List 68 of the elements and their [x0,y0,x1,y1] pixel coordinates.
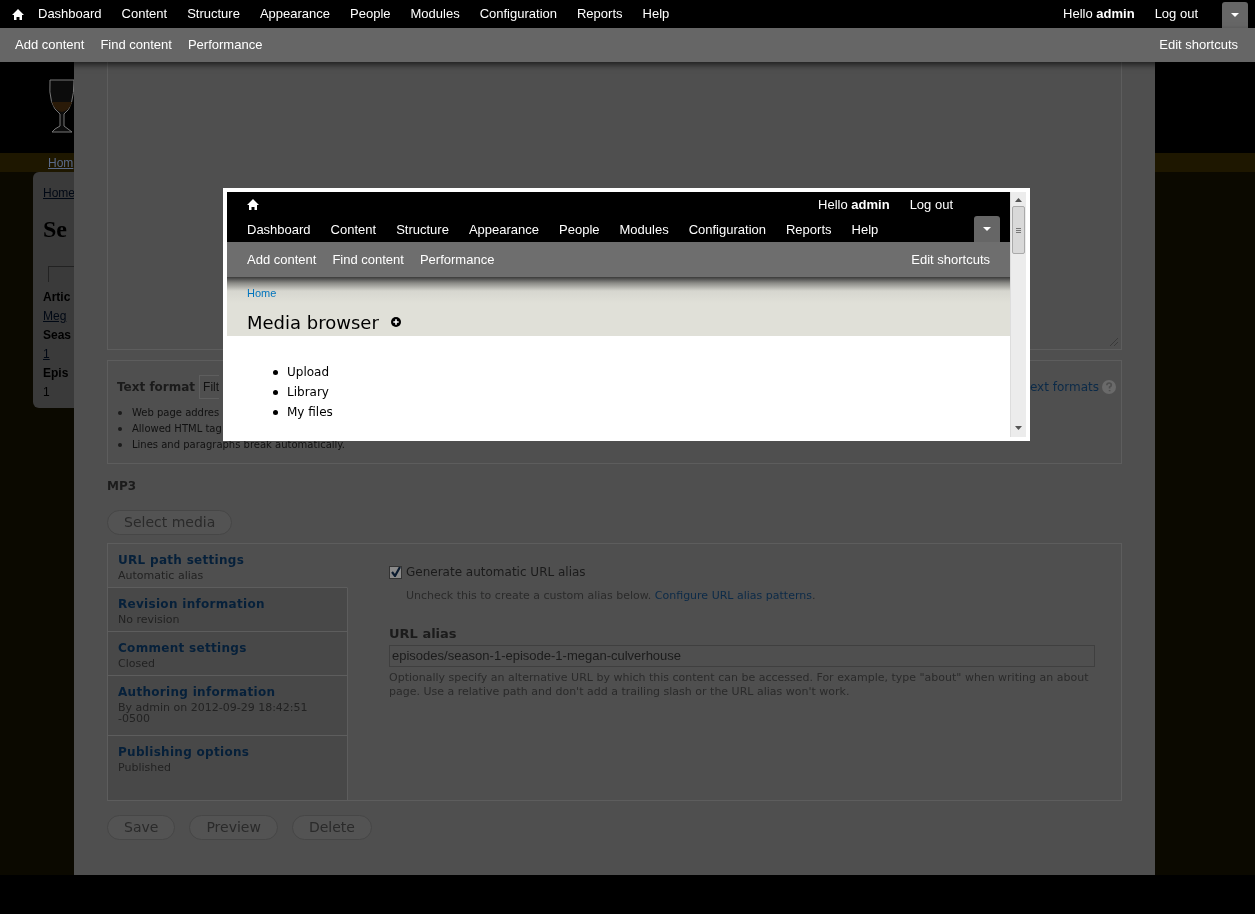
media-link[interactable]: Upload [287,362,330,382]
menu-link[interactable]: Help [642,4,670,24]
home-icon[interactable] [247,199,259,210]
tab-title: Publishing options [118,745,251,760]
menu-link[interactable]: Help [851,219,879,240]
bullet-icon [118,427,122,431]
greeting-text: Hello admin [1063,5,1135,24]
bullet-icon [273,369,278,375]
caret-icon [983,227,991,231]
bullet-icon [273,389,278,395]
shortcut-link[interactable]: Find content [332,249,404,270]
field-label: Artic [43,289,72,306]
menu-link[interactable]: Configuration [688,219,766,240]
scrollbar[interactable] [1010,192,1026,437]
media-link[interactable]: My files [287,402,333,422]
menu-link[interactable]: Structure [187,4,240,24]
edit-shortcuts-link[interactable]: Edit shortcuts [911,249,990,270]
menu-link[interactable]: Structure [396,219,449,240]
checkmark-icon [390,567,401,577]
tab-title: Authoring information [118,685,277,700]
shortcut-link[interactable]: Add content [247,249,317,270]
tip-text: Allowed HTML tag [132,422,222,436]
logout-link[interactable]: Log out [909,194,953,215]
breadcrumb-link[interactable]: Home [247,287,277,299]
bullet-icon [273,409,278,415]
tab-title: Comment settings [118,641,248,656]
tip-text: Lines and paragraphs break automatically. [132,438,345,452]
media-link[interactable]: Library [287,382,329,402]
caret-icon [1231,13,1239,17]
menu-link[interactable]: Configuration [479,4,557,24]
menu-link[interactable]: Dashboard [247,219,311,240]
menu-link[interactable]: Appearance [259,4,331,24]
logout-link[interactable]: Log out [1154,4,1198,24]
menu-link[interactable]: People [350,4,391,24]
shortcut-link[interactable]: Find content [100,35,172,55]
shortcut-link[interactable]: Performance [187,35,263,55]
tip-text: Web page addres [132,406,220,420]
field-label: Seas [43,327,73,344]
field-label: Epis [43,365,70,382]
menu-link[interactable]: People [559,219,600,240]
page-title: Se [43,215,68,244]
grip-icon [1016,227,1021,233]
checkbox[interactable] [389,565,402,579]
menu-link[interactable]: Reports [786,219,832,240]
dialog-title: Media browser [247,310,379,335]
bullet-icon [118,411,122,415]
bullet-icon [118,443,122,447]
scroll-down-icon[interactable] [1015,426,1022,430]
menu-link[interactable]: Reports [577,4,623,24]
add-icon[interactable] [390,317,401,327]
menu-link[interactable]: Dashboard [38,4,102,24]
home-icon[interactable] [12,8,24,20]
tab-title: Revision information [118,597,266,612]
scrollbar-thumb[interactable] [1012,206,1025,254]
edit-shortcuts-link[interactable]: Edit shortcuts [1159,35,1238,55]
field-value: 1 [43,385,50,399]
menu-link[interactable]: Content [330,219,377,240]
shortcut-link[interactable]: Performance [419,249,495,270]
menu-link[interactable]: Modules [619,219,669,240]
tab-title: URL path settings [118,553,246,568]
scroll-up-icon[interactable] [1015,198,1022,202]
menu-link[interactable]: Modules [410,4,460,24]
menu-link[interactable]: Content [121,4,168,24]
toggle-button[interactable] [1222,2,1248,28]
toggle-button[interactable] [974,216,1000,242]
greeting-text: Hello admin [818,195,890,214]
shortcut-link[interactable]: Add content [15,35,85,55]
menu-link[interactable]: Appearance [468,219,540,240]
